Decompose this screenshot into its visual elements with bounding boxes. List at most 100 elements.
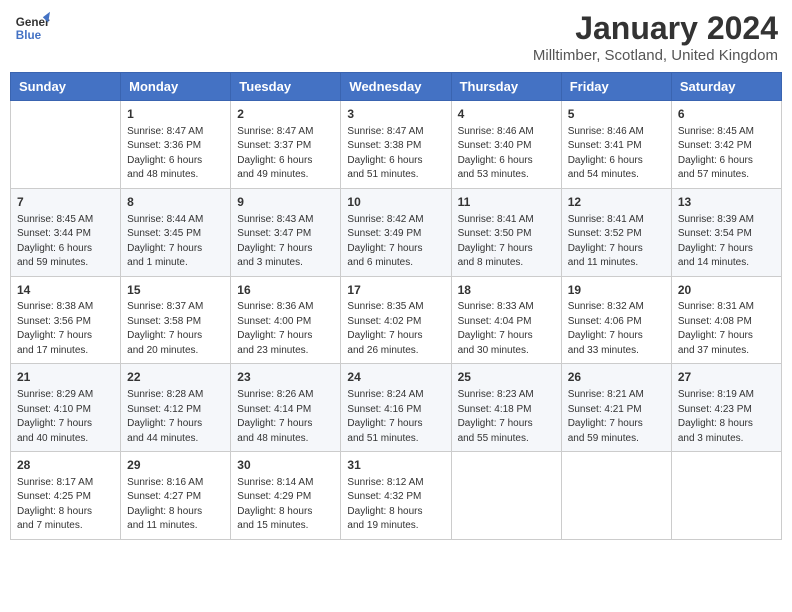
weekday-header-row: SundayMondayTuesdayWednesdayThursdayFrid… xyxy=(11,73,782,101)
calendar-table: SundayMondayTuesdayWednesdayThursdayFrid… xyxy=(10,72,782,540)
day-number: 27 xyxy=(678,369,775,386)
cell-info: Sunrise: 8:44 AM Sunset: 3:45 PM Dayligh… xyxy=(127,213,224,271)
cell-info: Sunrise: 8:29 AM Sunset: 4:10 PM Dayligh… xyxy=(17,388,114,446)
day-number: 13 xyxy=(678,194,775,211)
day-number: 11 xyxy=(458,194,555,211)
cell-info: Sunrise: 8:38 AM Sunset: 3:56 PM Dayligh… xyxy=(17,300,114,358)
day-number: 10 xyxy=(347,194,444,211)
page-header: General Blue January 2024 Milltimber, Sc… xyxy=(10,10,782,64)
svg-text:Blue: Blue xyxy=(16,29,42,42)
cell-info: Sunrise: 8:45 AM Sunset: 3:44 PM Dayligh… xyxy=(17,213,114,271)
logo: General Blue xyxy=(14,10,50,46)
day-number: 26 xyxy=(568,369,665,386)
day-number: 18 xyxy=(458,282,555,299)
weekday-header-sunday: Sunday xyxy=(11,73,121,101)
cell-info: Sunrise: 8:41 AM Sunset: 3:52 PM Dayligh… xyxy=(568,213,665,271)
calendar-cell: 21 Sunrise: 8:29 AM Sunset: 4:10 PM Dayli… xyxy=(11,364,121,452)
day-number: 5 xyxy=(568,106,665,123)
day-number: 25 xyxy=(458,369,555,386)
calendar-cell: 10 Sunrise: 8:42 AM Sunset: 3:49 PM Dayli… xyxy=(341,188,451,276)
weekday-header-monday: Monday xyxy=(121,73,231,101)
cell-info: Sunrise: 8:46 AM Sunset: 3:40 PM Dayligh… xyxy=(458,125,555,183)
cell-info: Sunrise: 8:41 AM Sunset: 3:50 PM Dayligh… xyxy=(458,213,555,271)
cell-info: Sunrise: 8:33 AM Sunset: 4:04 PM Dayligh… xyxy=(458,300,555,358)
month-title: January 2024 xyxy=(533,10,778,47)
day-number: 4 xyxy=(458,106,555,123)
calendar-cell xyxy=(671,452,781,540)
weekday-header-tuesday: Tuesday xyxy=(231,73,341,101)
day-number: 15 xyxy=(127,282,224,299)
calendar-cell: 29 Sunrise: 8:16 AM Sunset: 4:27 PM Dayli… xyxy=(121,452,231,540)
calendar-cell xyxy=(11,101,121,189)
calendar-cell: 31 Sunrise: 8:12 AM Sunset: 4:32 PM Dayli… xyxy=(341,452,451,540)
cell-info: Sunrise: 8:36 AM Sunset: 4:00 PM Dayligh… xyxy=(237,300,334,358)
calendar-cell: 16Sunrise: 8:36 AM Sunset: 4:00 PM Dayli… xyxy=(231,276,341,364)
cell-info: Sunrise: 8:23 AM Sunset: 4:18 PM Dayligh… xyxy=(458,388,555,446)
cell-info: Sunrise: 8:14 AM Sunset: 4:29 PM Dayligh… xyxy=(237,476,334,534)
logo-icon: General Blue xyxy=(14,10,50,46)
calendar-week-5: 28 Sunrise: 8:17 AM Sunset: 4:25 PM Dayli… xyxy=(11,452,782,540)
day-number: 21 xyxy=(17,369,114,386)
day-number: 28 xyxy=(17,457,114,474)
cell-info: Sunrise: 8:16 AM Sunset: 4:27 PM Dayligh… xyxy=(127,476,224,534)
location-title: Milltimber, Scotland, United Kingdom xyxy=(533,47,778,64)
cell-info: Sunrise: 8:47 AM Sunset: 3:36 PM Dayligh… xyxy=(127,125,224,183)
calendar-cell: 25 Sunrise: 8:23 AM Sunset: 4:18 PM Dayli… xyxy=(451,364,561,452)
day-number: 14 xyxy=(17,282,114,299)
day-number: 9 xyxy=(237,194,334,211)
day-number: 16 xyxy=(237,282,334,299)
cell-info: Sunrise: 8:39 AM Sunset: 3:54 PM Dayligh… xyxy=(678,213,775,271)
calendar-cell: 15Sunrise: 8:37 AM Sunset: 3:58 PM Dayli… xyxy=(121,276,231,364)
day-number: 31 xyxy=(347,457,444,474)
calendar-cell: 18Sunrise: 8:33 AM Sunset: 4:04 PM Dayli… xyxy=(451,276,561,364)
calendar-cell: 9Sunrise: 8:43 AM Sunset: 3:47 PM Daylig… xyxy=(231,188,341,276)
cell-info: Sunrise: 8:32 AM Sunset: 4:06 PM Dayligh… xyxy=(568,300,665,358)
calendar-cell: 27 Sunrise: 8:19 AM Sunset: 4:23 PM Dayli… xyxy=(671,364,781,452)
calendar-cell: 12Sunrise: 8:41 AM Sunset: 3:52 PM Dayli… xyxy=(561,188,671,276)
cell-info: Sunrise: 8:26 AM Sunset: 4:14 PM Dayligh… xyxy=(237,388,334,446)
cell-info: Sunrise: 8:12 AM Sunset: 4:32 PM Dayligh… xyxy=(347,476,444,534)
calendar-week-4: 21 Sunrise: 8:29 AM Sunset: 4:10 PM Dayli… xyxy=(11,364,782,452)
day-number: 19 xyxy=(568,282,665,299)
weekday-header-wednesday: Wednesday xyxy=(341,73,451,101)
day-number: 29 xyxy=(127,457,224,474)
calendar-cell: 22 Sunrise: 8:28 AM Sunset: 4:12 PM Dayli… xyxy=(121,364,231,452)
calendar-cell: 19Sunrise: 8:32 AM Sunset: 4:06 PM Dayli… xyxy=(561,276,671,364)
cell-info: Sunrise: 8:31 AM Sunset: 4:08 PM Dayligh… xyxy=(678,300,775,358)
calendar-cell: 2 Sunrise: 8:47 AM Sunset: 3:37 PM Daylig… xyxy=(231,101,341,189)
day-number: 1 xyxy=(127,106,224,123)
cell-info: Sunrise: 8:42 AM Sunset: 3:49 PM Dayligh… xyxy=(347,213,444,271)
cell-info: Sunrise: 8:47 AM Sunset: 3:37 PM Dayligh… xyxy=(237,125,334,183)
calendar-cell: 13 Sunrise: 8:39 AM Sunset: 3:54 PM Dayli… xyxy=(671,188,781,276)
day-number: 30 xyxy=(237,457,334,474)
weekday-header-thursday: Thursday xyxy=(451,73,561,101)
day-number: 20 xyxy=(678,282,775,299)
cell-info: Sunrise: 8:17 AM Sunset: 4:25 PM Dayligh… xyxy=(17,476,114,534)
day-number: 17 xyxy=(347,282,444,299)
calendar-cell: 30 Sunrise: 8:14 AM Sunset: 4:29 PM Dayli… xyxy=(231,452,341,540)
calendar-cell: 8 Sunrise: 8:44 AM Sunset: 3:45 PM Daylig… xyxy=(121,188,231,276)
cell-info: Sunrise: 8:47 AM Sunset: 3:38 PM Dayligh… xyxy=(347,125,444,183)
day-number: 8 xyxy=(127,194,224,211)
cell-info: Sunrise: 8:46 AM Sunset: 3:41 PM Dayligh… xyxy=(568,125,665,183)
cell-info: Sunrise: 8:45 AM Sunset: 3:42 PM Dayligh… xyxy=(678,125,775,183)
calendar-cell: 24Sunrise: 8:24 AM Sunset: 4:16 PM Dayli… xyxy=(341,364,451,452)
cell-info: Sunrise: 8:28 AM Sunset: 4:12 PM Dayligh… xyxy=(127,388,224,446)
day-number: 7 xyxy=(17,194,114,211)
cell-info: Sunrise: 8:24 AM Sunset: 4:16 PM Dayligh… xyxy=(347,388,444,446)
day-number: 22 xyxy=(127,369,224,386)
calendar-cell: 17Sunrise: 8:35 AM Sunset: 4:02 PM Dayli… xyxy=(341,276,451,364)
calendar-cell: 5 Sunrise: 8:46 AM Sunset: 3:41 PM Daylig… xyxy=(561,101,671,189)
calendar-cell: 28 Sunrise: 8:17 AM Sunset: 4:25 PM Dayli… xyxy=(11,452,121,540)
day-number: 2 xyxy=(237,106,334,123)
calendar-cell: 7 Sunrise: 8:45 AM Sunset: 3:44 PM Daylig… xyxy=(11,188,121,276)
cell-info: Sunrise: 8:35 AM Sunset: 4:02 PM Dayligh… xyxy=(347,300,444,358)
weekday-header-saturday: Saturday xyxy=(671,73,781,101)
calendar-cell: 23Sunrise: 8:26 AM Sunset: 4:14 PM Dayli… xyxy=(231,364,341,452)
cell-info: Sunrise: 8:19 AM Sunset: 4:23 PM Dayligh… xyxy=(678,388,775,446)
calendar-cell xyxy=(561,452,671,540)
calendar-week-1: 1 Sunrise: 8:47 AM Sunset: 3:36 PM Daylig… xyxy=(11,101,782,189)
calendar-cell: 4 Sunrise: 8:46 AM Sunset: 3:40 PM Daylig… xyxy=(451,101,561,189)
calendar-week-3: 14Sunrise: 8:38 AM Sunset: 3:56 PM Dayli… xyxy=(11,276,782,364)
calendar-cell: 11 Sunrise: 8:41 AM Sunset: 3:50 PM Dayli… xyxy=(451,188,561,276)
